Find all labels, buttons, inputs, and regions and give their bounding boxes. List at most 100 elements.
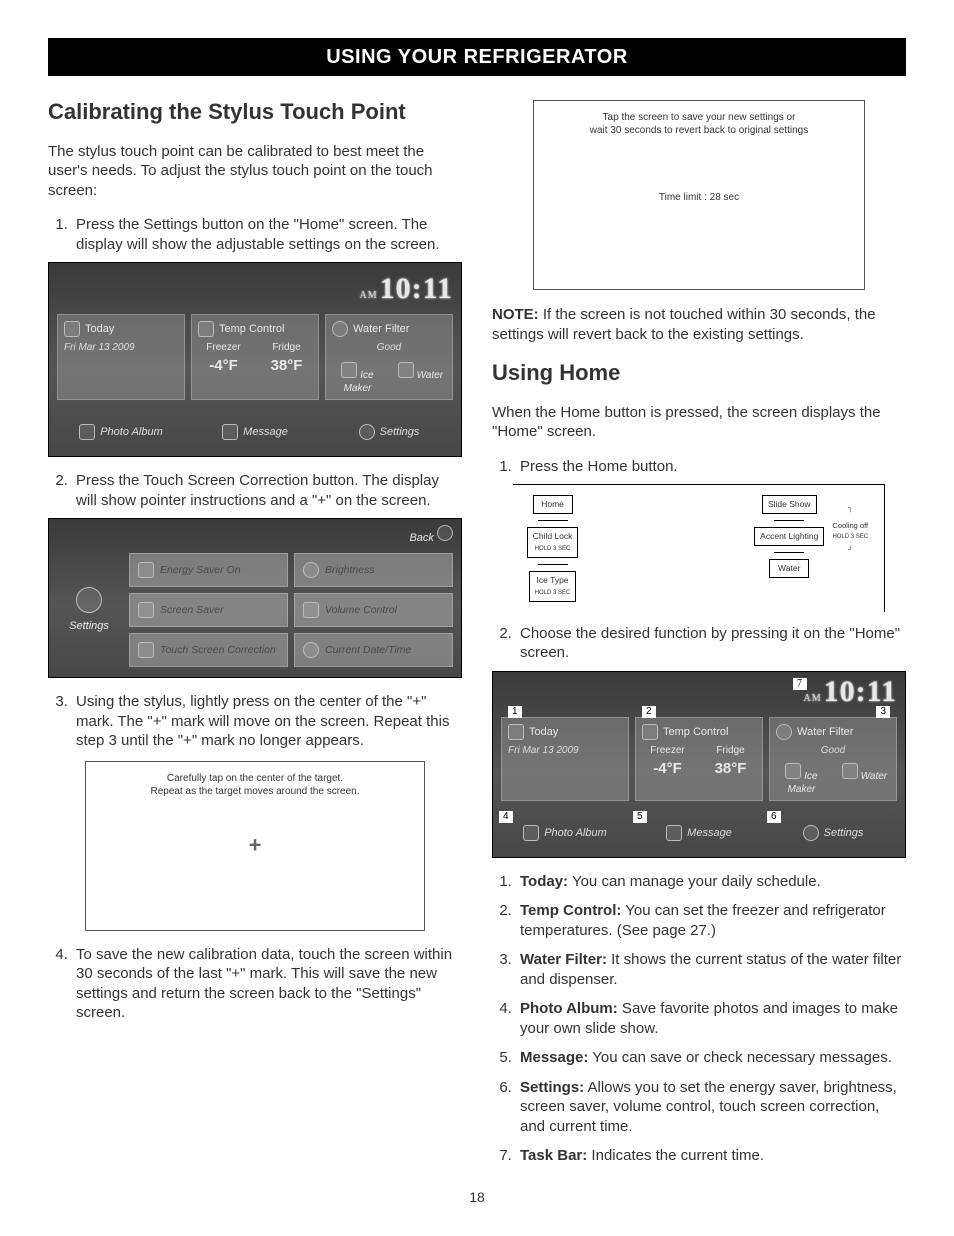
sun-icon: [303, 562, 319, 578]
brightness-button: Brightness: [294, 553, 453, 587]
task-bar: AM10:11: [57, 269, 453, 308]
photo-album-button: 4 Photo Album: [501, 819, 629, 847]
clock-time: 10:11: [824, 675, 897, 708]
gear-icon: [359, 424, 375, 440]
calib-line1: Carefully tap on the center of the targe…: [98, 772, 411, 785]
callout-6: 6: [767, 811, 781, 823]
clock-time: 10:11: [380, 272, 453, 305]
step-2: Press the Touch Screen Correction button…: [72, 471, 462, 510]
settings-button: Settings: [325, 418, 453, 446]
datetime-button: Current Date/Time: [294, 633, 453, 667]
filter-status: Good: [332, 341, 446, 354]
speaker-icon: [303, 602, 319, 618]
home-step-2: Choose the desired function by pressing …: [516, 624, 906, 663]
water-filter-tile: 3 Water Filter Good Ice Maker Water: [769, 717, 897, 801]
back-icon: [437, 525, 453, 541]
desc-temp: Temp Control: You can set the freezer an…: [516, 901, 906, 940]
calendar-icon: [508, 724, 524, 740]
temp-control-tile: 2 Temp Control Freezer-4°F Fridge38°F: [635, 717, 763, 801]
ice-icon: [785, 763, 801, 779]
calib-line2: Repeat as the target moves around the sc…: [98, 785, 411, 798]
touch-icon: [138, 642, 154, 658]
desc-photo: Photo Album: Save favorite photos and im…: [516, 999, 906, 1038]
control-panel-diagram: Home Child LockHOLD 3 SEC Ice TypeHOLD 3…: [513, 484, 886, 612]
home-steps-2: Choose the desired function by pressing …: [492, 624, 906, 663]
desc-settings: Settings: Allows you to set the energy s…: [516, 1078, 906, 1137]
gear-icon: [803, 825, 819, 841]
water-label: Water: [395, 362, 446, 395]
home-feature-list: Today: You can manage your daily schedul…: [492, 872, 906, 1166]
annotated-home-screen: 7 AM10:11 1 Today Fri Mar 13 2009 2 Temp…: [492, 671, 906, 858]
note-paragraph: NOTE: If the screen is not touched withi…: [492, 305, 906, 344]
ice-maker-label: Ice Maker: [332, 362, 383, 395]
today-tile: Today Fri Mar 13 2009: [57, 314, 185, 400]
note-text: If the screen is not touched within 30 s…: [492, 306, 876, 343]
energy-saver-button: Energy Saver On: [129, 553, 288, 587]
home-intro: When the Home button is pressed, the scr…: [492, 403, 906, 442]
heading-using-home: Using Home: [492, 359, 906, 388]
back-button: Back: [57, 525, 453, 545]
today-tile: 1 Today Fri Mar 13 2009: [501, 717, 629, 801]
settings-button: 6 Settings: [769, 819, 897, 847]
today-date: Fri Mar 13 2009: [64, 341, 178, 354]
panel-water-button: Water: [769, 559, 809, 578]
desc-today: Today: You can manage your daily schedul…: [516, 872, 906, 892]
calibrate-steps-4: To save the new calibration data, touch …: [48, 945, 462, 1023]
settings-side-label: Settings: [57, 553, 121, 667]
intro-paragraph: The stylus touch point can be calibrated…: [48, 142, 462, 201]
water-icon: [842, 763, 858, 779]
left-column: Calibrating the Stylus Touch Point The s…: [48, 90, 462, 1178]
fridge-temp: 38°F: [261, 356, 312, 376]
right-column: Tap the screen to save your new settings…: [492, 90, 906, 1178]
message-icon: [666, 825, 682, 841]
freezer-temp: -4°F: [198, 356, 249, 376]
save-line1: Tap the screen to save your new settings…: [546, 111, 851, 124]
fridge-label: Fridge: [261, 341, 312, 354]
screen-icon: [138, 602, 154, 618]
water-icon: [398, 362, 414, 378]
step-3: Using the stylus, lightly press on the c…: [72, 692, 462, 751]
volume-button: Volume Control: [294, 593, 453, 627]
calendar-icon: [64, 321, 80, 337]
callout-4: 4: [499, 811, 513, 823]
desc-filter: Water Filter: It shows the current statu…: [516, 950, 906, 989]
panel-cooling-off-label: Cooling offHOLD 3 SEC: [830, 521, 870, 542]
leaf-icon: [138, 562, 154, 578]
desc-taskbar: Task Bar: Indicates the current time.: [516, 1146, 906, 1166]
callout-1: 1: [508, 706, 522, 718]
time-limit-label: Time limit : 28 sec: [534, 191, 863, 204]
callout-3: 3: [876, 706, 890, 718]
photo-album-button: Photo Album: [57, 418, 185, 446]
message-button: Message: [191, 418, 319, 446]
callout-5: 5: [633, 811, 647, 823]
home-steps-1: Press the Home button.: [492, 457, 906, 477]
calibration-target-box: Carefully tap on the center of the targe…: [85, 761, 424, 931]
water-filter-label: Water Filter: [353, 322, 409, 336]
filter-icon: [332, 321, 348, 337]
calibrate-steps-3: Using the stylus, lightly press on the c…: [48, 692, 462, 751]
save-line2: wait 30 seconds to revert back to origin…: [546, 124, 851, 137]
step-4: To save the new calibration data, touch …: [72, 945, 462, 1023]
heading-calibrate: Calibrating the Stylus Touch Point: [48, 98, 462, 127]
callout-7: 7: [793, 678, 807, 690]
gear-icon: [76, 587, 102, 613]
two-column-layout: Calibrating the Stylus Touch Point The s…: [48, 90, 906, 1178]
plus-target-icon: +: [249, 832, 262, 861]
panel-home-button: Home: [533, 495, 573, 514]
save-settings-box: Tap the screen to save your new settings…: [533, 100, 864, 290]
panel-ice-type-button: Ice TypeHOLD 3 SEC: [529, 571, 577, 602]
thermo-icon: [198, 321, 214, 337]
am-label: AM: [360, 290, 378, 301]
today-label: Today: [85, 322, 114, 336]
message-button: 5 Message: [635, 819, 763, 847]
clock-icon: [303, 642, 319, 658]
filter-icon: [776, 724, 792, 740]
section-banner: USING YOUR REFRIGERATOR: [48, 38, 906, 76]
task-bar: 7 AM10:11: [501, 672, 897, 711]
calibrate-steps-2: Press the Touch Screen Correction button…: [48, 471, 462, 510]
temp-control-tile: Temp Control Freezer-4°F Fridge38°F: [191, 314, 319, 400]
am-label: AM: [804, 693, 822, 704]
note-label: NOTE:: [492, 306, 539, 323]
water-filter-tile: Water Filter Good Ice Maker Water: [325, 314, 453, 400]
touch-correction-button: Touch Screen Correction: [129, 633, 288, 667]
